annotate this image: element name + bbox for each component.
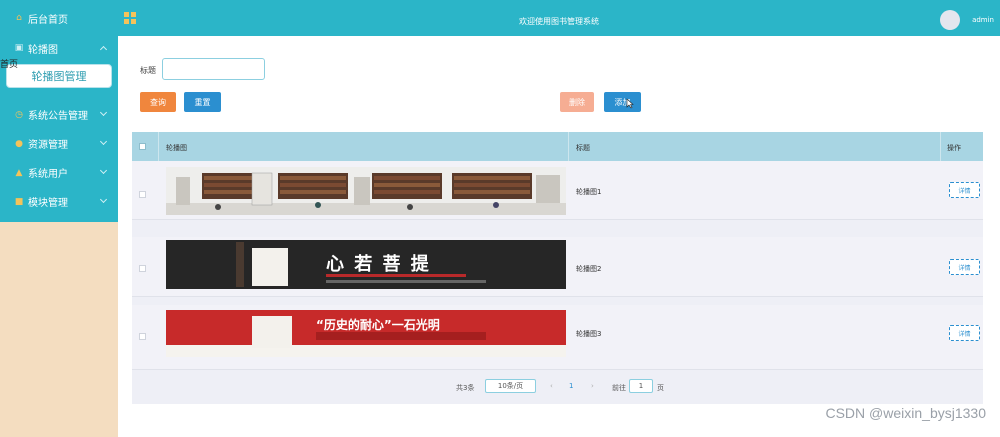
username[interactable]: admin (972, 16, 994, 24)
sidebar-item-label: 系统用户 (28, 169, 68, 180)
header-title: 欢迎使用图书管理系统 (519, 17, 599, 26)
table-header: 轮播图 标题 操作 (132, 132, 983, 161)
user-icon: ▲ (15, 167, 23, 178)
sidebar-item-notice[interactable]: ◷ 系统公告管理 (0, 100, 118, 129)
detail-button[interactable]: 详情 (949, 325, 980, 341)
detail-button[interactable]: 详情 (949, 182, 980, 198)
clock-icon: ◷ (15, 109, 23, 120)
banner-line (326, 280, 486, 283)
table-row: “历史的耐心”一石光明 轮播图3 详情 (132, 305, 983, 370)
sidebar-item-carousel-manage[interactable]: 轮播图管理 (6, 64, 112, 88)
sidebar-item-label: 模块管理 (28, 198, 68, 209)
banner-headline: “历史的耐心”一石光明 (316, 318, 440, 332)
column-divider (158, 132, 159, 161)
detail-button[interactable]: 详情 (949, 259, 980, 275)
carousel-image-library (166, 167, 566, 215)
carousel-table: 轮播图 标题 操作 轮播图1 详情 心 若 菩 提 轮播图2 详情 “历史的耐心… (132, 132, 983, 404)
row-title: 轮播图3 (576, 330, 602, 338)
decor-bar (236, 242, 244, 287)
home-icon: ⌂ (16, 13, 22, 23)
add-button[interactable]: 添加 (604, 92, 641, 112)
mouse-pointer-icon (626, 98, 634, 109)
prev-page-icon[interactable]: ‹ (550, 382, 553, 390)
sidebar-item-users[interactable]: ▲ 系统用户 (0, 158, 118, 187)
next-page-icon[interactable]: › (591, 382, 594, 390)
image-icon: ▣ (14, 43, 24, 53)
watermark: CSDN @weixin_bysj1330 (825, 405, 986, 421)
row-title: 轮播图1 (576, 188, 602, 196)
pagination: 共3条 10条/页 ‹ 1 › 前往 1 页 (118, 376, 1000, 396)
page-size-select[interactable]: 10条/页 (485, 379, 536, 393)
sidebar-item-home[interactable]: ⌂ 后台首页 (0, 0, 118, 36)
column-header-image: 轮播图 (166, 144, 187, 152)
main-content: 标题 查询 重置 删除 添加 轮播图 标题 操作 轮播图1 详情 心 若 菩 提… (118, 36, 1000, 437)
stray-label: 首页 (0, 60, 19, 70)
banner-headline: 心 若 菩 提 (326, 254, 431, 275)
chevron-up-icon (99, 45, 108, 54)
book-cover (252, 316, 292, 348)
book-cover (252, 248, 288, 286)
goto-page-input[interactable]: 1 (629, 379, 653, 393)
row-title: 轮播图2 (576, 265, 602, 273)
chevron-down-icon (99, 108, 108, 117)
sidebar-item-modules[interactable]: ■ 模块管理 (0, 187, 118, 216)
banner-footer (166, 345, 566, 357)
goto-label: 前往 (612, 384, 626, 392)
chevron-down-icon (99, 166, 108, 175)
column-header-title: 标题 (576, 144, 590, 152)
select-all-checkbox[interactable] (139, 143, 146, 150)
page-unit-label: 页 (657, 384, 664, 392)
carousel-image-history: “历史的耐心”一石光明 (166, 310, 566, 357)
title-input[interactable] (162, 58, 265, 80)
carousel-image-book: 心 若 菩 提 (166, 240, 566, 289)
sidebar-item-resources[interactable]: ● 资源管理 (0, 129, 118, 158)
query-button[interactable]: 查询 (140, 92, 176, 112)
chevron-down-icon (99, 195, 108, 204)
grid-icon: ■ (14, 196, 24, 207)
page-number[interactable]: 1 (569, 382, 573, 390)
row-checkbox[interactable] (139, 265, 146, 272)
banner-strip (316, 332, 486, 340)
sidebar-item-label: 系统公告管理 (28, 111, 88, 122)
reset-button[interactable]: 重置 (184, 92, 221, 112)
table-row: 心 若 菩 提 轮播图2 详情 (132, 237, 983, 297)
table-row: 轮播图1 详情 (132, 161, 983, 220)
title-label: 标题 (140, 66, 156, 75)
column-divider (568, 132, 569, 161)
banner-line (326, 274, 466, 277)
avatar[interactable] (940, 10, 960, 30)
sidebar: ⌂ 后台首页 ▣ 轮播图 轮播图管理 ◷ 系统公告管理 ● 资源管理 ▲ 系统用… (0, 0, 118, 437)
chevron-down-icon (99, 137, 108, 146)
pagination-total: 共3条 (456, 384, 475, 392)
column-divider (940, 132, 941, 161)
column-header-actions: 操作 (947, 144, 961, 152)
sidebar-item-label: 后台首页 (28, 14, 68, 26)
sidebar-item-label: 轮播图 (28, 44, 58, 56)
top-header: 欢迎使用图书管理系统 admin (118, 0, 1000, 36)
sidebar-menu: ⌂ 后台首页 ▣ 轮播图 轮播图管理 ◷ 系统公告管理 ● 资源管理 ▲ 系统用… (0, 0, 118, 222)
delete-button[interactable]: 删除 (560, 92, 594, 112)
row-checkbox[interactable] (139, 333, 146, 340)
row-checkbox[interactable] (139, 191, 146, 198)
sidebar-item-label: 资源管理 (28, 140, 68, 151)
pin-icon: ● (15, 138, 23, 149)
